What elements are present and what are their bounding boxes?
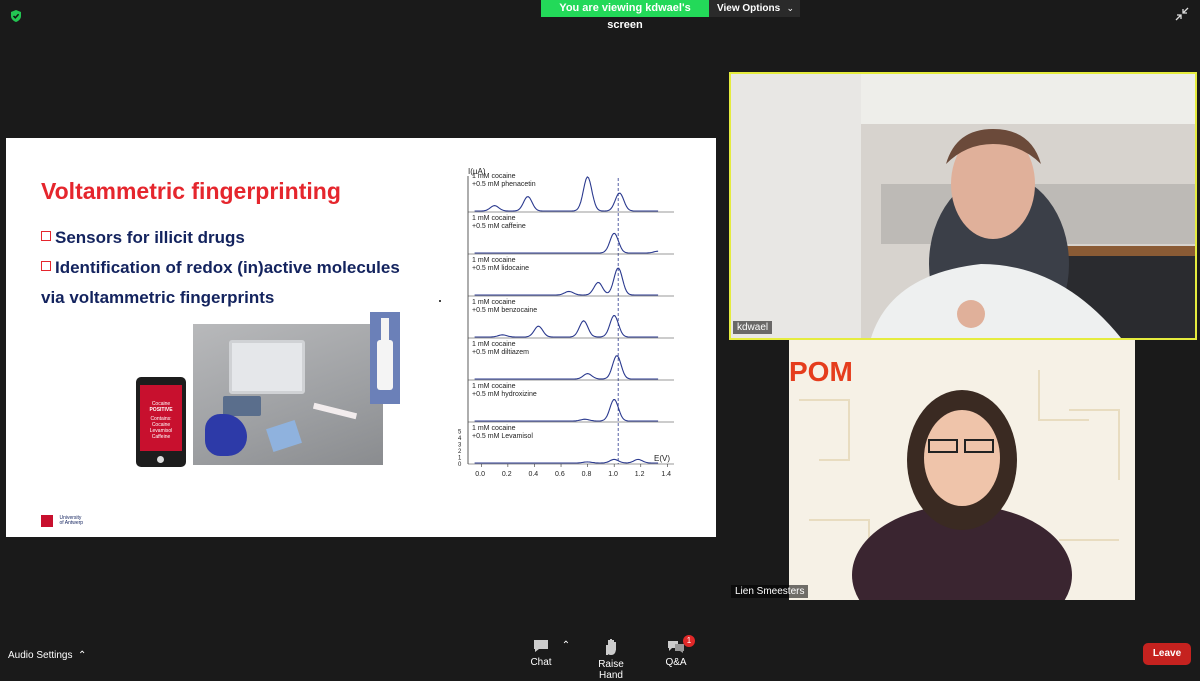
series-label: +0.5 mM hydroxizine: [472, 391, 537, 398]
chat-options-chevron[interactable]: ⌃: [561, 640, 571, 651]
series-curve: [474, 458, 659, 464]
y-tick-label: 3: [458, 443, 462, 449]
chevron-down-icon: ⌄: [786, 3, 794, 13]
university-logo: University of Antwerp: [41, 512, 83, 530]
leave-button[interactable]: Leave: [1143, 643, 1191, 665]
speaker-scene: [731, 74, 1195, 338]
x-tick-label: 1.2: [635, 471, 645, 478]
series-label: 1 mM cocaine: [472, 341, 516, 348]
series-curve: [474, 399, 659, 422]
phone-home-button: [157, 456, 164, 463]
x-tick-label: 1.4: [661, 471, 671, 478]
participant-name-tag: Lien Smeesters: [731, 585, 809, 598]
slide-title: Voltammetric fingerprinting: [41, 178, 341, 204]
x-tick-label: 0.4: [528, 471, 538, 478]
phone-text: POSITIVE: [149, 407, 173, 413]
series-label: +0.5 mM benzocaine: [472, 307, 537, 314]
participant-name-tag: kdwael: [733, 321, 773, 334]
series-label: +0.5 mM diltiazem: [472, 349, 529, 356]
chat-button[interactable]: Chat: [525, 638, 557, 668]
series-curve: [474, 232, 659, 254]
chevron-up-icon: ⌃: [75, 650, 87, 661]
series-label: 1 mM cocaine: [472, 257, 516, 264]
sample-paper: [266, 419, 302, 453]
series-label: 1 mM cocaine: [472, 173, 516, 180]
gloves: [205, 414, 247, 456]
series-curve: [474, 267, 659, 296]
phone-screen: Cocaine POSITIVE Contains: Cocaine Levam…: [140, 385, 182, 451]
slide-bullet: Sensors for illicit drugs: [41, 228, 245, 248]
exit-fullscreen-icon[interactable]: [1174, 6, 1190, 22]
x-tick-label: 0.2: [502, 471, 512, 478]
qa-notification-badge: 1: [683, 635, 695, 647]
y-tick-label: 0: [458, 462, 462, 468]
x-tick-label: 0.6: [555, 471, 565, 478]
participant-video-lien: POM: [789, 340, 1135, 600]
x-tick-label: 0.8: [582, 471, 592, 478]
series-label: 1 mM cocaine: [472, 215, 516, 222]
qa-label: Q&A: [665, 657, 687, 668]
series-curve: [474, 315, 659, 338]
y-tick-label: 1: [458, 456, 462, 462]
bottle-neck: [381, 318, 389, 342]
tablet: [229, 340, 305, 394]
sensor-kit-photo: [193, 324, 383, 465]
chat-label: Chat: [530, 657, 552, 668]
logo-text: University of Antwerp: [59, 515, 84, 526]
phone-image: Cocaine POSITIVE Contains: Cocaine Levam…: [136, 377, 186, 467]
chevron-up-icon: ⌃: [561, 640, 571, 651]
series-label: +0.5 mM Levamisol: [472, 433, 533, 440]
background-logo-text: POM: [789, 356, 853, 387]
y-tick-label: 5: [458, 430, 462, 436]
slide-dot: [439, 300, 441, 302]
potentiostat-device: [223, 396, 261, 416]
bullet-square-icon: [41, 231, 51, 241]
phone-text: Caffeine: [151, 434, 171, 440]
y-tick-label: 2: [458, 449, 462, 455]
audio-settings-label: Audio Settings: [8, 650, 73, 661]
series-curve: [474, 355, 659, 380]
voltammogram-chart: I(µA)1 mM cocaine+0.5 mM phenacetin1 mM …: [458, 167, 674, 478]
speaker-video-kdwael: kdwael: [729, 72, 1197, 340]
view-options-button[interactable]: View Options ⌄: [709, 0, 800, 17]
y-tick-label: 4: [458, 436, 462, 442]
bottle-body: [377, 340, 393, 390]
raise-hand-label: Raise Hand: [598, 659, 624, 681]
slide-bullet-continuation: via voltammetric fingerprints: [41, 288, 275, 307]
x-axis-label: E(V): [654, 454, 670, 463]
series-label: 1 mM cocaine: [472, 383, 516, 390]
series-label: 1 mM cocaine: [472, 425, 516, 432]
view-options-label: View Options: [717, 3, 781, 14]
x-tick-label: 1.0: [608, 471, 618, 478]
raise-hand-icon: [606, 639, 616, 655]
logo-mark-icon: [41, 514, 53, 527]
series-label: +0.5 mM phenacetin: [472, 181, 536, 188]
x-tick-label: 0.0: [475, 471, 485, 478]
slide-bullet: Identification of redox (in)active molec…: [41, 258, 400, 278]
logo-line: of Antwerp: [59, 519, 84, 526]
audio-settings-button[interactable]: Audio Settings ⌃: [8, 650, 86, 661]
spray-bottle-image: [370, 312, 400, 404]
bullet-text: Identification of redox (in)active molec…: [55, 258, 400, 277]
series-label: +0.5 mM lidocaine: [472, 265, 529, 272]
series-label: 1 mM cocaine: [472, 299, 516, 306]
bullet-text: Sensors for illicit drugs: [55, 228, 245, 247]
chat-bubble-icon: [534, 640, 548, 652]
viewing-screen-banner: You are viewing kdwael's screen: [541, 0, 709, 31]
series-label: +0.5 mM caffeine: [472, 223, 526, 230]
test-strip: [312, 402, 358, 420]
bullet-square-icon: [41, 261, 51, 271]
shared-slide: Voltammetric fingerprinting Sensors for …: [6, 138, 716, 537]
shield-check-icon[interactable]: [9, 9, 23, 23]
